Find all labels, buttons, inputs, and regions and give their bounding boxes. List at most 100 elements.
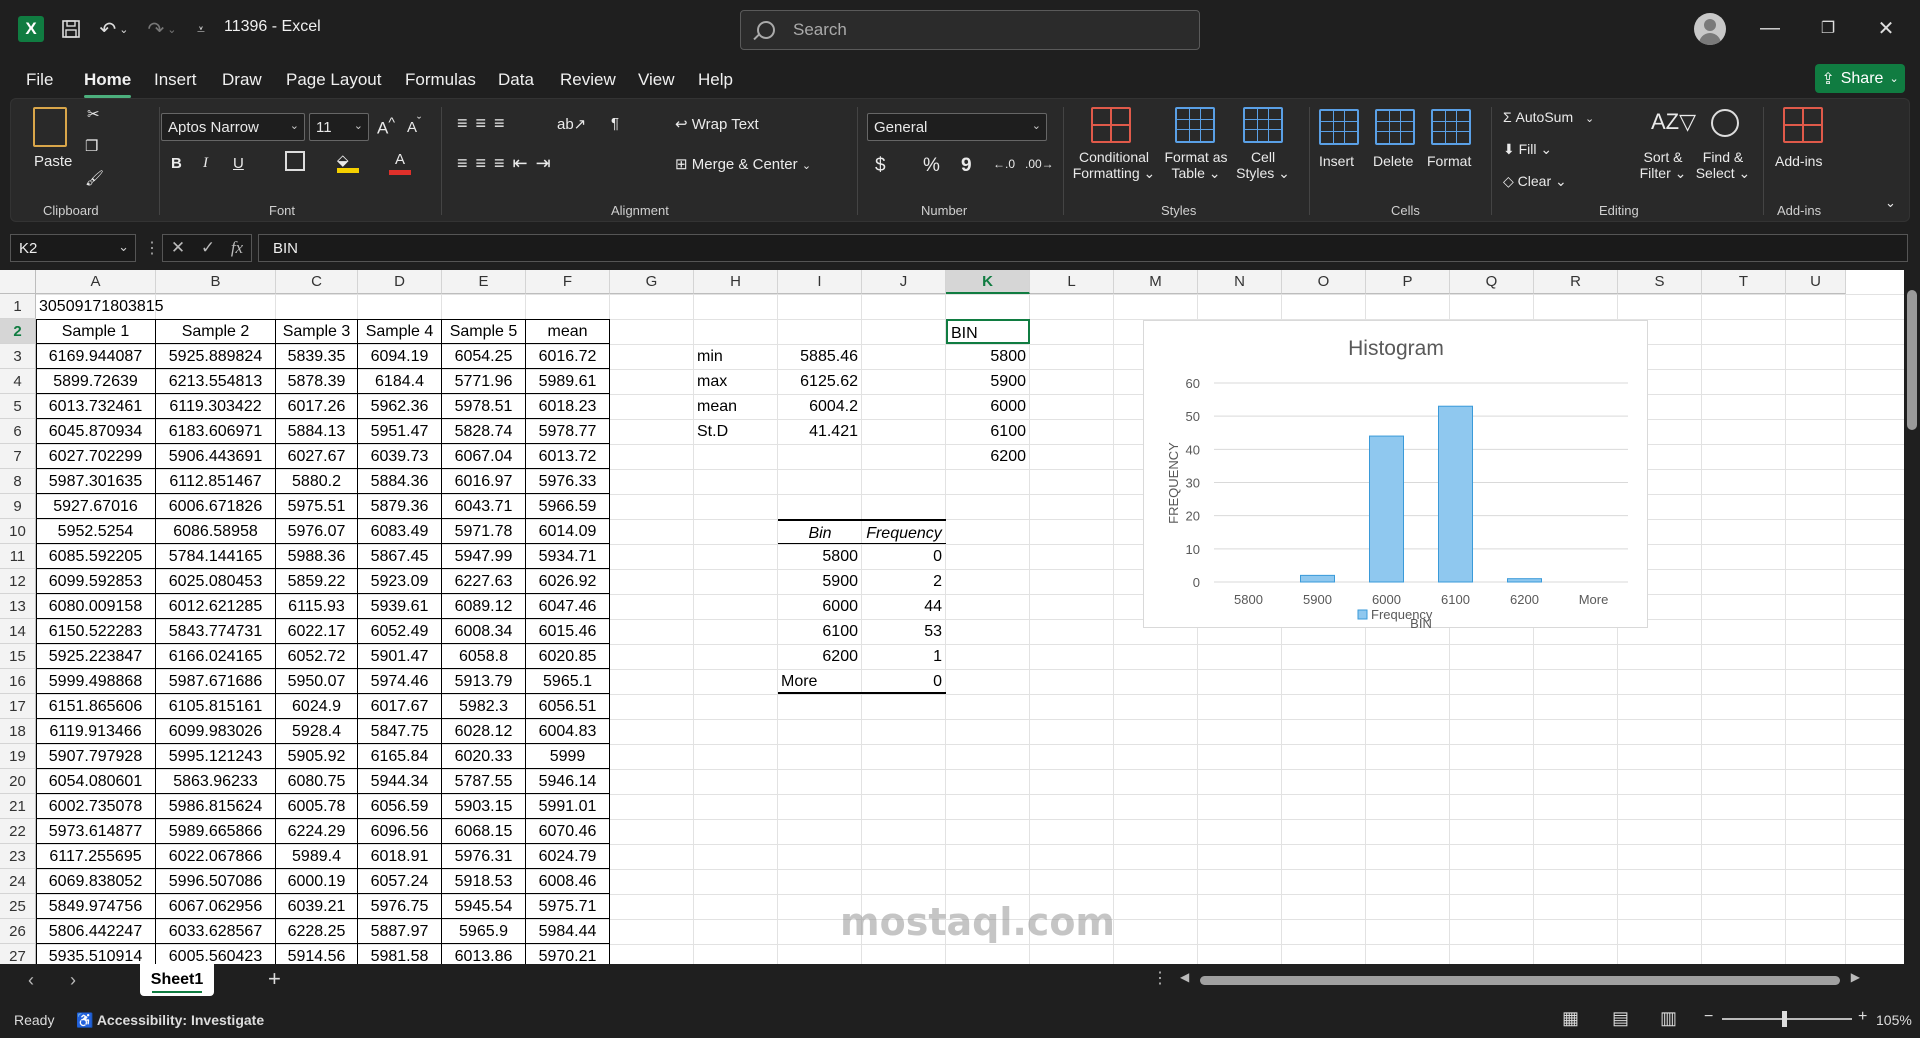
save-icon[interactable] (56, 0, 86, 58)
restore-icon[interactable]: ❐ (1808, 12, 1848, 44)
page-break-view-icon[interactable]: ▥ (1660, 1008, 1677, 1029)
more-options-icon[interactable]: ⋮ (1152, 968, 1168, 988)
row-header[interactable]: 8 (0, 469, 36, 494)
table-cell[interactable]: 6213.554813 (156, 369, 276, 394)
column-header[interactable]: T (1702, 270, 1786, 294)
table-cell[interactable]: 5843.774731 (156, 619, 276, 644)
table-cell[interactable]: 5925.889824 (156, 344, 276, 369)
table-cell[interactable]: 5905.92 (276, 744, 358, 769)
column-header[interactable]: C (276, 270, 358, 294)
horizontal-scrollbar[interactable]: ◀ ▶ (1180, 970, 1860, 986)
table-cell[interactable]: 6012.621285 (156, 594, 276, 619)
table-cell[interactable]: 6033.628567 (156, 919, 276, 944)
increase-decimal-icon[interactable]: ←.0 (993, 157, 1015, 171)
table-cell[interactable]: 5946.14 (526, 769, 610, 794)
table-cell[interactable]: 6028.12 (442, 719, 526, 744)
freq-header[interactable]: Bin (778, 519, 862, 544)
table-cell[interactable]: 6067.062956 (156, 894, 276, 919)
freq-count[interactable]: 1 (862, 644, 946, 669)
table-cell[interactable]: 5973.614877 (36, 819, 156, 844)
table-cell[interactable]: 6027.702299 (36, 444, 156, 469)
table-cell[interactable]: 5906.443691 (156, 444, 276, 469)
orientation-icon[interactable]: ab↗ (557, 115, 586, 133)
table-cell[interactable]: 6227.63 (442, 569, 526, 594)
insert-cells-icon[interactable] (1319, 109, 1359, 145)
zoom-in-icon[interactable]: + (1858, 1008, 1867, 1026)
table-cell[interactable]: 5978.51 (442, 394, 526, 419)
bin-cell[interactable]: 5800 (946, 344, 1030, 369)
paste-button[interactable]: Paste (34, 153, 72, 170)
table-cell[interactable]: 6054.25 (442, 344, 526, 369)
row-header[interactable]: 24 (0, 869, 36, 894)
table-cell[interactable]: 5884.13 (276, 419, 358, 444)
table-cell[interactable]: 6017.26 (276, 394, 358, 419)
format-cells-button[interactable]: Format (1427, 153, 1471, 169)
share-button[interactable]: ⇪ Share ⌄ (1815, 64, 1905, 93)
table-cell[interactable]: 6039.21 (276, 894, 358, 919)
table-cell[interactable]: 6013.72 (526, 444, 610, 469)
vertical-align-icons[interactable]: ≡≡≡ (457, 113, 513, 134)
stat-value[interactable]: 6125.62 (778, 369, 862, 394)
add-sheet-icon[interactable]: + (268, 966, 281, 992)
table-cell[interactable]: 6043.71 (442, 494, 526, 519)
table-cell[interactable]: 5971.78 (442, 519, 526, 544)
row-header[interactable]: 6 (0, 419, 36, 444)
table-cell[interactable]: 6039.73 (358, 444, 442, 469)
cancel-icon[interactable]: ✕ (171, 238, 185, 258)
column-header[interactable]: K (946, 270, 1030, 294)
table-cell[interactable]: 5988.36 (276, 544, 358, 569)
table-cell[interactable]: 6119.913466 (36, 719, 156, 744)
table-cell[interactable]: 6005.560423 (156, 944, 276, 964)
table-header[interactable]: Sample 5 (442, 319, 526, 344)
font-color-icon[interactable]: A (389, 151, 411, 175)
table-header[interactable]: mean (526, 319, 610, 344)
table-cell[interactable]: 6117.255695 (36, 844, 156, 869)
row-header[interactable]: 22 (0, 819, 36, 844)
table-cell[interactable]: 6020.33 (442, 744, 526, 769)
find-icon[interactable] (1711, 109, 1739, 137)
table-cell[interactable]: 5918.53 (442, 869, 526, 894)
table-cell[interactable]: 6096.56 (358, 819, 442, 844)
freq-bin[interactable]: 6100 (778, 619, 862, 644)
table-cell[interactable]: 6022.067866 (156, 844, 276, 869)
table-header[interactable]: Sample 2 (156, 319, 276, 344)
table-cell[interactable]: 6086.58958 (156, 519, 276, 544)
row-header[interactable]: 4 (0, 369, 36, 394)
table-cell[interactable]: 6069.838052 (36, 869, 156, 894)
freq-bin[interactable]: 6000 (778, 594, 862, 619)
name-box[interactable]: K2 ⌄ (10, 234, 136, 262)
row-header[interactable]: 9 (0, 494, 36, 519)
decrease-decimal-icon[interactable]: .00→ (1025, 157, 1054, 171)
row-header[interactable]: 14 (0, 619, 36, 644)
cut-icon[interactable]: ✂ (87, 105, 100, 123)
row-header[interactable]: 17 (0, 694, 36, 719)
table-cell[interactable]: 5878.39 (276, 369, 358, 394)
row-header[interactable]: 26 (0, 919, 36, 944)
row-header[interactable]: 23 (0, 844, 36, 869)
table-cell[interactable]: 5923.09 (358, 569, 442, 594)
freq-header[interactable]: Frequency (862, 519, 946, 544)
table-cell[interactable]: 6067.04 (442, 444, 526, 469)
worksheet-grid[interactable]: A B C D E F G H I J K L M N O P Q R S T U 1 2 3 4 5 6 7 8 9 10 11 12 13 14… (0, 270, 1904, 964)
table-cell[interactable]: 6080.009158 (36, 594, 156, 619)
bin-cell[interactable]: 6100 (946, 419, 1030, 444)
format-as-table-button[interactable]: Format as Table ⌄ (1161, 149, 1231, 182)
bold-button[interactable]: B (171, 155, 182, 172)
column-header[interactable]: I (778, 270, 862, 294)
table-cell[interactable]: 6070.46 (526, 819, 610, 844)
horizontal-align-icons[interactable]: ≡≡≡⇤⇥ (457, 153, 559, 174)
column-header[interactable]: Q (1450, 270, 1534, 294)
fill-button[interactable]: ⬇ Fill ⌄ (1503, 141, 1552, 158)
table-cell[interactable]: 6052.49 (358, 619, 442, 644)
zoom-out-icon[interactable]: − (1704, 1008, 1713, 1026)
table-cell[interactable]: 5975.51 (276, 494, 358, 519)
format-cells-icon[interactable] (1431, 109, 1471, 145)
table-cell[interactable]: 6054.080601 (36, 769, 156, 794)
bin-cell[interactable]: 6000 (946, 394, 1030, 419)
column-header[interactable]: E (442, 270, 526, 294)
decrease-font-icon[interactable]: Aˇ (407, 115, 421, 136)
row-header[interactable]: 10 (0, 519, 36, 544)
table-cell[interactable]: 5984.44 (526, 919, 610, 944)
table-cell[interactable]: 6013.732461 (36, 394, 156, 419)
borders-icon[interactable] (285, 151, 305, 171)
